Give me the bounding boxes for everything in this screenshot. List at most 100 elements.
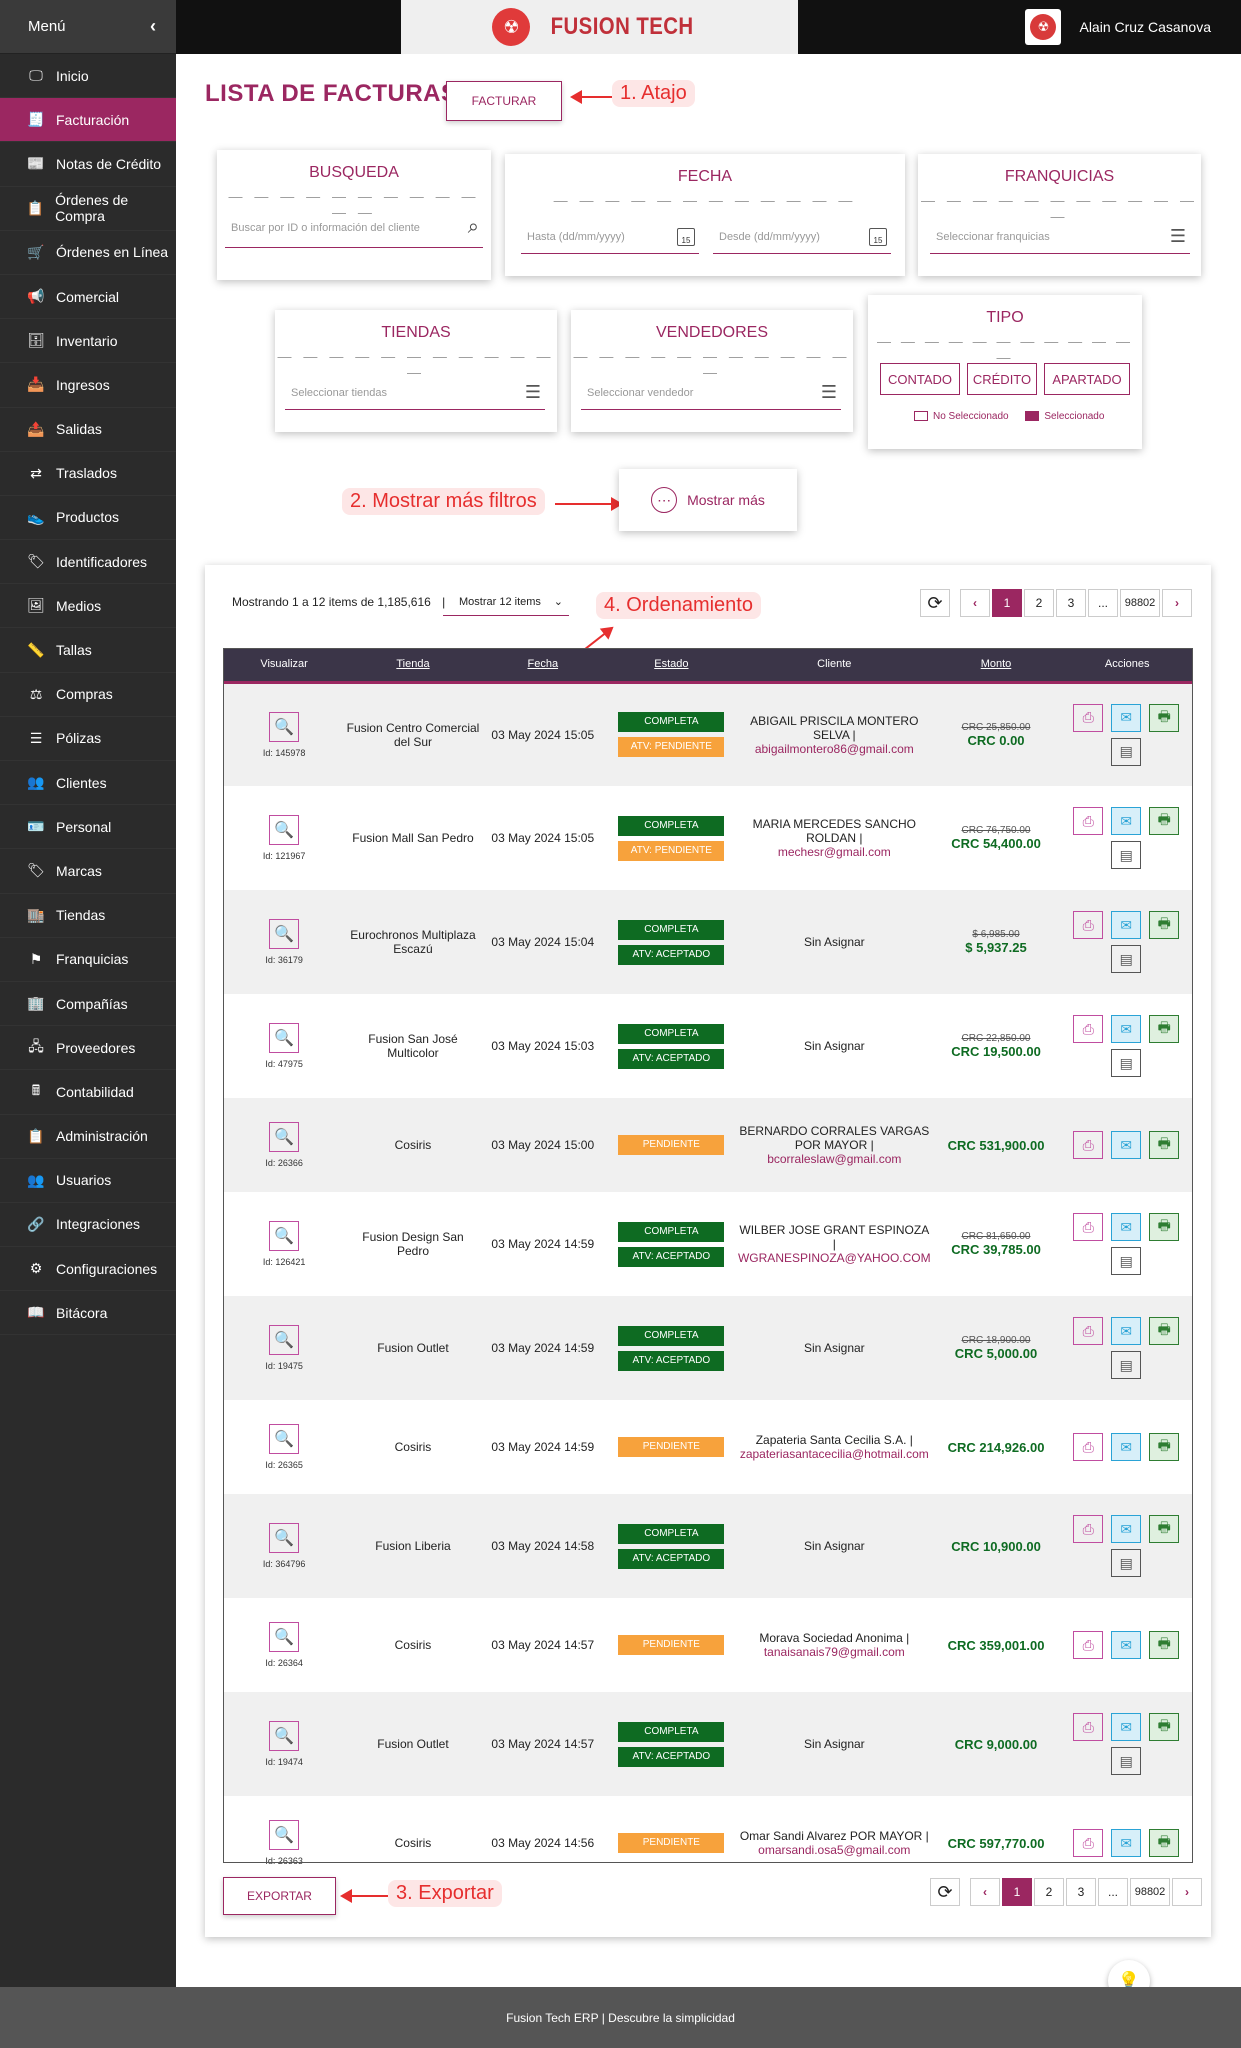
show-more-filters-button[interactable]: ⋯ Mostrar más	[619, 469, 797, 531]
receipt-icon[interactable]: ▤	[1111, 1747, 1142, 1775]
view-document-icon[interactable]: 🔍	[269, 1721, 300, 1751]
facturar-button[interactable]: FACTURAR	[446, 81, 562, 121]
pdf-icon[interactable]: ⎙	[1073, 1631, 1104, 1659]
col-tienda-sort[interactable]: Tienda	[345, 648, 481, 684]
view-document-icon[interactable]: 🔍	[269, 1023, 300, 1053]
page-button[interactable]: 3	[1066, 1878, 1096, 1906]
email-icon[interactable]: ✉	[1111, 807, 1142, 835]
print-icon[interactable]: 🖶	[1149, 1317, 1180, 1345]
client-email[interactable]: tanaisanais79@gmail.com	[738, 1645, 931, 1659]
receipt-icon[interactable]: ▤	[1111, 1247, 1142, 1275]
calendar-icon[interactable]: 15	[677, 227, 695, 246]
page-button[interactable]: 2	[1024, 589, 1054, 617]
print-icon[interactable]: 🖶	[1149, 807, 1180, 835]
tipo-apartado-button[interactable]: APARTADO	[1044, 363, 1130, 395]
franquicias-select[interactable]: Seleccionar franquicias ☰	[930, 224, 1190, 254]
view-document-icon[interactable]: 🔍	[269, 1221, 300, 1251]
sidebar-item[interactable]: 🖧 Proveedores	[0, 1026, 176, 1071]
user-menu[interactable]: ☢ Alain Cruz Casanova	[1025, 0, 1211, 54]
email-icon[interactable]: ✉	[1111, 1713, 1142, 1741]
sidebar-item[interactable]: 👥 Clientes	[0, 761, 176, 806]
sidebar-item[interactable]: 📤 Salidas	[0, 408, 176, 452]
pdf-icon[interactable]: ⎙	[1073, 1433, 1104, 1461]
sidebar-item[interactable]: ⚖ Compras	[0, 673, 176, 717]
sidebar-item[interactable]: ⚑ Franquicias	[0, 938, 176, 982]
client-email[interactable]: zapateriasantacecilia@hotmail.com	[738, 1447, 931, 1461]
pdf-icon[interactable]: ⎙	[1073, 1131, 1104, 1159]
tiendas-select[interactable]: Seleccionar tiendas ☰	[285, 380, 545, 410]
email-icon[interactable]: ✉	[1111, 1131, 1142, 1159]
print-icon[interactable]: 🖶	[1149, 1515, 1180, 1543]
tipo-credito-button[interactable]: CRÉDITO	[967, 363, 1037, 395]
view-document-icon[interactable]: 🔍	[269, 1523, 300, 1553]
receipt-icon[interactable]: ▤	[1111, 1049, 1142, 1077]
client-email[interactable]: WGRANESPINOZA@YAHOO.COM	[738, 1251, 931, 1265]
search-icon[interactable]: ⌕	[468, 216, 479, 239]
pdf-icon[interactable]: ⎙	[1073, 911, 1104, 939]
calendar-icon[interactable]: 15	[869, 227, 887, 246]
items-per-page-select[interactable]: Mostrar 12 items ⌄	[443, 588, 569, 616]
print-icon[interactable]: 🖶	[1149, 1433, 1180, 1461]
email-icon[interactable]: ✉	[1111, 1015, 1142, 1043]
sidebar-item[interactable]: 📢 Comercial	[0, 275, 176, 320]
receipt-icon[interactable]: ▤	[1111, 945, 1142, 973]
page-button[interactable]: 98802	[1130, 1878, 1170, 1906]
view-document-icon[interactable]: 🔍	[269, 919, 300, 949]
collapse-chevron-icon[interactable]: ‹	[150, 16, 156, 37]
sidebar-item[interactable]: 🗄 Inventario	[0, 319, 176, 364]
sidebar-item[interactable]: ⚙ Configuraciones	[0, 1247, 176, 1292]
pdf-icon[interactable]: ⎙	[1073, 1829, 1104, 1857]
view-document-icon[interactable]: 🔍	[269, 1122, 300, 1152]
brand[interactable]: ☢ FUSION TECH	[401, 0, 798, 54]
sidebar-item[interactable]: 📖 Bitácora	[0, 1291, 176, 1336]
sidebar-item[interactable]: 📰 Notas de Crédito	[0, 142, 176, 187]
export-button[interactable]: EXPORTAR	[223, 1877, 336, 1915]
email-icon[interactable]: ✉	[1111, 1515, 1142, 1543]
sidebar-item[interactable]: 📏 Tallas	[0, 628, 176, 673]
vendedores-select[interactable]: Seleccionar vendedor ☰	[581, 380, 841, 410]
sidebar-item[interactable]: 📋 Órdenes de Compra	[0, 187, 176, 231]
page-button[interactable]: 2	[1034, 1878, 1064, 1906]
sidebar-item[interactable]: 🔗 Integraciones	[0, 1203, 176, 1248]
tipo-contado-button[interactable]: CONTADO	[880, 363, 960, 395]
client-email[interactable]: bcorraleslaw@gmail.com	[738, 1152, 931, 1166]
email-icon[interactable]: ✉	[1111, 1213, 1142, 1241]
page-button[interactable]: 1	[992, 589, 1022, 617]
email-icon[interactable]: ✉	[1111, 1317, 1142, 1345]
sidebar-item[interactable]: 🏬 Tiendas	[0, 894, 176, 938]
client-email[interactable]: abigailmontero86@gmail.com	[738, 742, 931, 756]
pdf-icon[interactable]: ⎙	[1073, 1317, 1104, 1345]
pdf-icon[interactable]: ⎙	[1073, 703, 1104, 732]
print-icon[interactable]: 🖶	[1149, 1213, 1180, 1241]
refresh-icon[interactable]: ⟳	[920, 589, 950, 617]
email-icon[interactable]: ✉	[1111, 1829, 1142, 1857]
print-icon[interactable]: 🖶	[1149, 1713, 1180, 1741]
sidebar-item[interactable]: 🖼 Medios	[0, 584, 176, 629]
sidebar-item[interactable]: 🧾 Facturación	[0, 98, 176, 143]
email-icon[interactable]: ✉	[1111, 1433, 1142, 1461]
print-icon[interactable]: 🖶	[1149, 1631, 1180, 1659]
page-button[interactable]: 3	[1056, 589, 1086, 617]
view-document-icon[interactable]: 🔍	[269, 1622, 300, 1652]
pdf-icon[interactable]: ⎙	[1073, 1515, 1104, 1543]
sidebar-item[interactable]: 👟 Productos	[0, 496, 176, 541]
view-document-icon[interactable]: 🔍	[269, 711, 300, 742]
prev-page-button[interactable]: ‹	[960, 589, 990, 617]
pdf-icon[interactable]: ⎙	[1073, 1713, 1104, 1741]
refresh-icon[interactable]: ⟳	[930, 1878, 960, 1906]
prev-page-button[interactable]: ‹	[970, 1878, 1000, 1906]
page-button[interactable]: 98802	[1120, 589, 1160, 617]
receipt-icon[interactable]: ▤	[1111, 1351, 1142, 1379]
email-icon[interactable]: ✉	[1111, 1631, 1142, 1659]
col-estado-sort[interactable]: Estado	[604, 648, 738, 684]
email-icon[interactable]: ✉	[1111, 911, 1142, 939]
view-document-icon[interactable]: 🔍	[269, 1424, 300, 1454]
receipt-icon[interactable]: ▤	[1111, 1549, 1142, 1577]
view-document-icon[interactable]: 🔍	[269, 1820, 300, 1850]
receipt-icon[interactable]: ▤	[1111, 841, 1142, 869]
view-document-icon[interactable]: 🔍	[269, 1325, 300, 1355]
sidebar-item[interactable]: ☰ Pólizas	[0, 717, 176, 761]
sidebar-item[interactable]: 📥 Ingresos	[0, 363, 176, 408]
view-document-icon[interactable]: 🔍	[269, 815, 300, 845]
print-icon[interactable]: 🖶	[1149, 911, 1180, 939]
